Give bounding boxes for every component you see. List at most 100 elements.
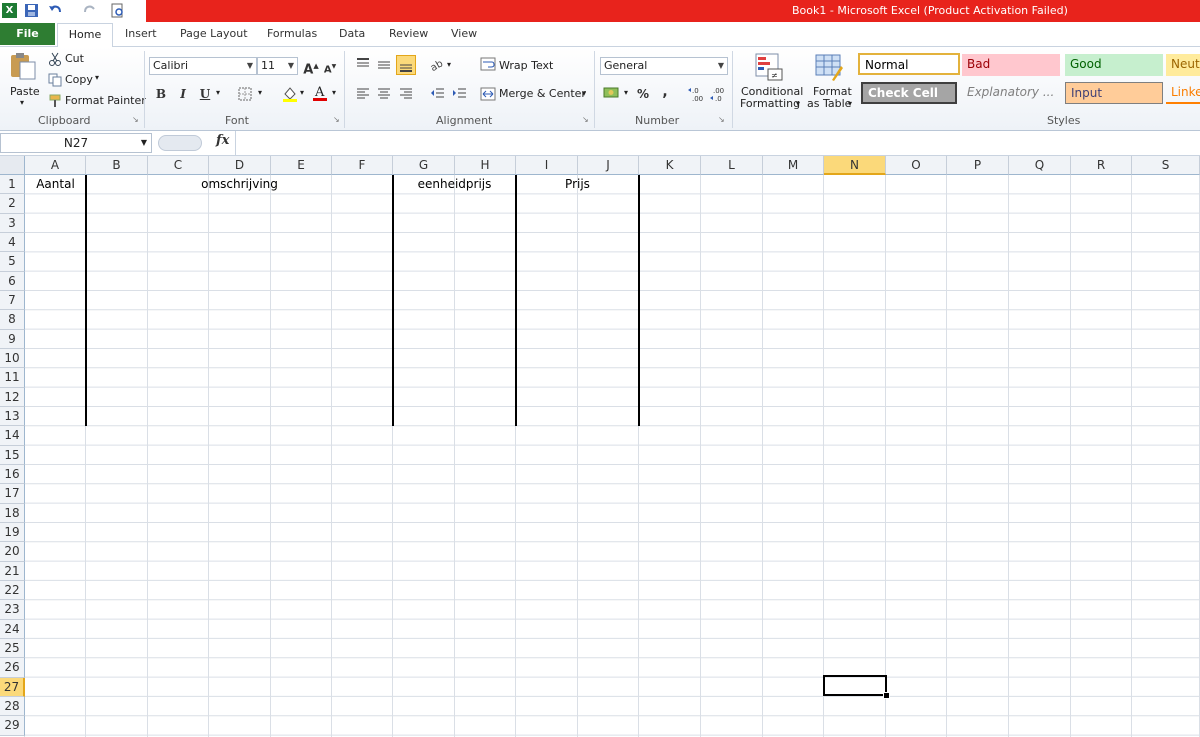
- increase-decimal-icon[interactable]: .0.00: [688, 85, 706, 103]
- cell-g1[interactable]: eenheidprijs: [393, 175, 516, 194]
- undo-icon[interactable]: [48, 3, 63, 18]
- column-header-m[interactable]: M: [763, 156, 824, 175]
- style-good[interactable]: Good: [1065, 54, 1163, 76]
- row-header-17[interactable]: 17: [0, 484, 25, 504]
- row-header-19[interactable]: 19: [0, 522, 25, 543]
- wrap-text-button[interactable]: Wrap Text: [499, 59, 553, 72]
- column-header-r[interactable]: R: [1071, 156, 1132, 175]
- decrease-indent-icon[interactable]: [430, 87, 446, 101]
- clipboard-launcher-icon[interactable]: ↘: [132, 115, 139, 124]
- underline-dropdown-icon[interactable]: ▾: [216, 88, 220, 97]
- tab-home[interactable]: Home: [57, 23, 113, 47]
- style-neutral[interactable]: Neut: [1166, 54, 1200, 76]
- tab-view[interactable]: View: [451, 27, 477, 40]
- row-header-26[interactable]: 26: [0, 658, 25, 678]
- column-header-c[interactable]: C: [148, 156, 209, 175]
- row-header-20[interactable]: 20: [0, 542, 25, 562]
- row-header-18[interactable]: 18: [0, 503, 25, 523]
- column-header-d[interactable]: D: [209, 156, 271, 175]
- row-header-23[interactable]: 23: [0, 600, 25, 620]
- copy-button[interactable]: Copy: [65, 73, 93, 86]
- column-header-j[interactable]: J: [578, 156, 639, 175]
- style-input[interactable]: Input: [1065, 82, 1163, 104]
- wrap-text-icon[interactable]: [480, 57, 496, 71]
- font-name-select[interactable]: Calibri ▼: [149, 57, 257, 75]
- row-header-7[interactable]: 7: [0, 290, 25, 311]
- row-header-3[interactable]: 3: [0, 213, 25, 233]
- copy-icon[interactable]: [48, 73, 62, 87]
- format-painter-button[interactable]: Format Painter: [65, 94, 146, 107]
- column-header-q[interactable]: Q: [1009, 156, 1071, 175]
- row-header-14[interactable]: 14: [0, 426, 25, 446]
- copy-dropdown-icon[interactable]: ▾: [95, 73, 99, 82]
- redo-icon[interactable]: [82, 3, 97, 18]
- row-header-9[interactable]: 9: [0, 329, 25, 349]
- bold-button[interactable]: B: [152, 85, 170, 103]
- tab-page-layout[interactable]: Page Layout: [180, 27, 248, 40]
- column-header-l[interactable]: L: [701, 156, 763, 175]
- tab-insert[interactable]: Insert: [125, 27, 157, 40]
- column-header-n[interactable]: N: [824, 156, 886, 175]
- print-preview-icon[interactable]: [110, 3, 125, 18]
- select-all-button[interactable]: [0, 156, 25, 175]
- row-header-11[interactable]: 11: [0, 368, 25, 388]
- row-header-24[interactable]: 24: [0, 619, 25, 639]
- row-header-13[interactable]: 13: [0, 406, 25, 427]
- row-header-27[interactable]: 27: [0, 677, 25, 697]
- borders-dropdown-icon[interactable]: ▾: [258, 88, 262, 97]
- comma-button[interactable]: ,: [656, 83, 674, 101]
- align-left-icon[interactable]: [355, 87, 371, 101]
- borders-icon[interactable]: [238, 87, 252, 101]
- column-header-a[interactable]: A: [25, 156, 86, 175]
- formula-bar-splitter[interactable]: [158, 135, 202, 151]
- row-header-25[interactable]: 25: [0, 638, 25, 659]
- percent-button[interactable]: %: [634, 85, 652, 103]
- style-explanatory[interactable]: Explanatory ...: [962, 82, 1060, 104]
- style-bad[interactable]: Bad: [962, 54, 1060, 76]
- row-header-6[interactable]: 6: [0, 271, 25, 291]
- italic-button[interactable]: I: [174, 85, 192, 103]
- align-bottom-icon[interactable]: [396, 55, 416, 75]
- column-header-p[interactable]: P: [947, 156, 1009, 175]
- alignment-launcher-icon[interactable]: ↘: [582, 115, 589, 124]
- conditional-dropdown-icon[interactable]: ▾: [796, 99, 800, 108]
- column-header-e[interactable]: E: [271, 156, 332, 175]
- row-header-29[interactable]: 29: [0, 716, 25, 736]
- font-launcher-icon[interactable]: ↘: [333, 115, 340, 124]
- paste-button[interactable]: Paste: [10, 85, 40, 98]
- save-icon[interactable]: [24, 3, 39, 18]
- column-header-o[interactable]: O: [886, 156, 947, 175]
- cell-a1[interactable]: Aantal: [25, 175, 86, 194]
- row-header-10[interactable]: 10: [0, 348, 25, 369]
- currency-dropdown-icon[interactable]: ▾: [624, 88, 628, 97]
- cut-button[interactable]: Cut: [65, 52, 84, 65]
- column-header-k[interactable]: K: [639, 156, 701, 175]
- row-header-22[interactable]: 22: [0, 580, 25, 601]
- conditional-formatting-label-2[interactable]: Formatting: [740, 97, 800, 110]
- row-header-12[interactable]: 12: [0, 387, 25, 407]
- tab-review[interactable]: Review: [389, 27, 428, 40]
- currency-icon[interactable]: [603, 85, 621, 101]
- orientation-dropdown-icon[interactable]: ▾: [447, 60, 451, 69]
- merge-center-button[interactable]: Merge & Center: [499, 87, 586, 100]
- increase-indent-icon[interactable]: [452, 87, 468, 101]
- underline-button[interactable]: U: [196, 85, 214, 103]
- number-launcher-icon[interactable]: ↘: [718, 115, 725, 124]
- column-header-s[interactable]: S: [1132, 156, 1200, 175]
- fill-color-dropdown-icon[interactable]: ▾: [300, 88, 304, 97]
- shrink-font-icon[interactable]: A▼: [321, 58, 339, 76]
- style-check-cell[interactable]: Check Cell: [861, 82, 957, 104]
- fill-color-icon[interactable]: [282, 85, 298, 103]
- column-header-g[interactable]: G: [393, 156, 455, 175]
- merge-center-icon[interactable]: [480, 87, 496, 101]
- cut-icon[interactable]: [48, 52, 62, 66]
- fill-handle[interactable]: [883, 692, 890, 699]
- conditional-formatting-icon[interactable]: ≠: [754, 52, 784, 82]
- column-header-f[interactable]: F: [332, 156, 393, 175]
- font-size-select[interactable]: 11 ▼: [257, 57, 298, 75]
- grow-font-icon[interactable]: A▲: [302, 57, 320, 77]
- decrease-decimal-icon[interactable]: .00.0: [710, 85, 728, 103]
- column-header-b[interactable]: B: [86, 156, 148, 175]
- orientation-icon[interactable]: ab: [429, 57, 446, 74]
- font-color-dropdown-icon[interactable]: ▾: [332, 88, 336, 97]
